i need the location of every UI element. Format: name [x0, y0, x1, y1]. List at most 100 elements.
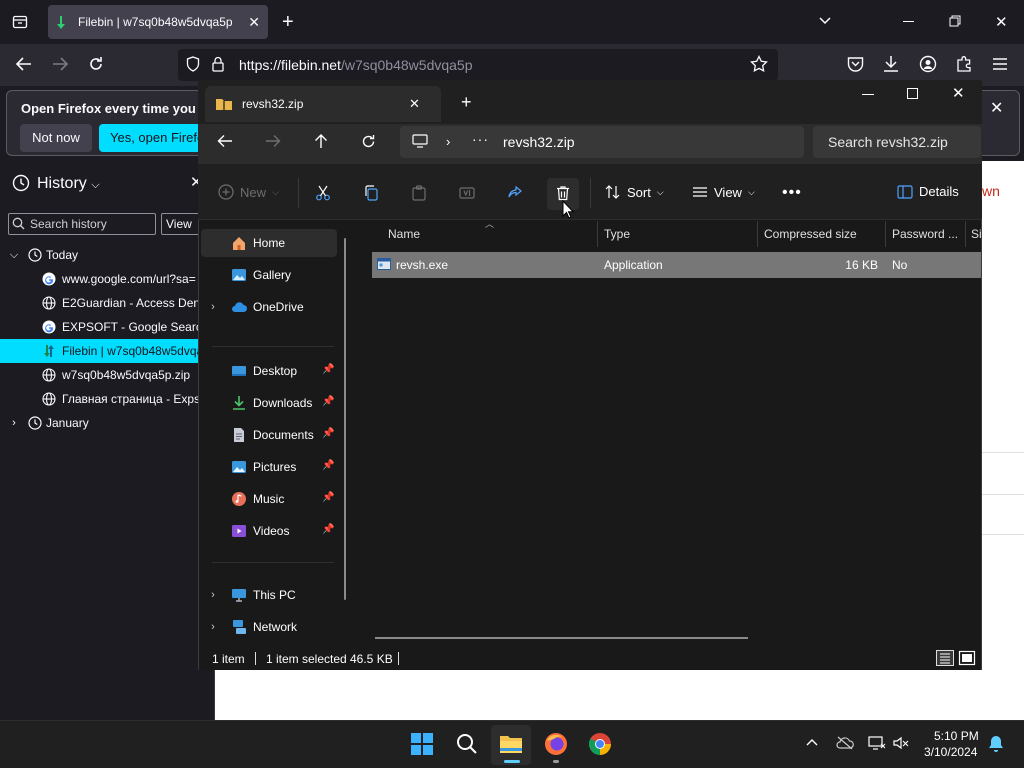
new-tab-button[interactable]: + [282, 11, 294, 34]
pin-icon[interactable]: 📌 [322, 524, 334, 535]
chevron-right-icon[interactable]: › [201, 301, 225, 313]
history-item-selected[interactable]: Filebin | w7sq0b48w5dvqa5p [0, 339, 199, 363]
chevron-right-icon[interactable]: › [201, 589, 225, 601]
nav-item-this-pc[interactable]: › This PC [201, 581, 337, 609]
column-header-name[interactable]: Name [388, 227, 420, 241]
nav-item-music[interactable]: Music [201, 485, 337, 513]
close-browser-icon[interactable]: ✕ [995, 13, 1008, 31]
details-view-icon[interactable] [936, 650, 954, 666]
share-icon[interactable] [507, 185, 523, 201]
history-item[interactable]: EXPSOFT - Google Search [0, 315, 200, 339]
page-link-fragment[interactable]: wn [982, 183, 1000, 199]
details-pane-button[interactable]: Details [897, 184, 959, 199]
column-separator[interactable] [885, 221, 886, 247]
not-now-button[interactable]: Not now [20, 124, 92, 152]
reload-icon[interactable] [88, 56, 104, 72]
view-button[interactable]: View ⌵ [692, 184, 755, 200]
tab-list-icon[interactable] [12, 14, 28, 30]
file-name[interactable]: revsh.exe [396, 258, 448, 272]
horizontal-scrollbar[interactable] [375, 637, 748, 639]
large-icons-view-icon[interactable] [958, 650, 976, 666]
extensions-icon[interactable] [955, 55, 973, 73]
minimize-window-icon[interactable] [862, 94, 874, 95]
yes-open-firefox-button[interactable]: Yes, open Firefox [99, 124, 209, 152]
close-notification-icon[interactable]: ✕ [990, 98, 1003, 118]
taskbar-clock-time[interactable]: 5:10 PM [934, 729, 979, 743]
show-hidden-icons-chevron-icon[interactable] [806, 738, 818, 746]
network-status-icon[interactable] [868, 735, 886, 751]
column-header-size[interactable]: Si [971, 227, 981, 241]
minimize-browser-icon[interactable] [903, 21, 914, 22]
more-options-icon[interactable]: ••• [782, 184, 802, 202]
tracking-shield-icon[interactable] [186, 56, 200, 72]
rename-icon[interactable] [459, 185, 475, 201]
pin-icon[interactable]: 📌 [322, 428, 334, 439]
column-header-password[interactable]: Password ... [892, 227, 958, 241]
chrome-taskbar-icon[interactable] [588, 732, 612, 756]
back-icon[interactable] [15, 56, 33, 72]
close-tab-icon[interactable]: ✕ [248, 14, 260, 31]
bookmark-star-icon[interactable] [750, 55, 768, 73]
nav-item-documents[interactable]: Documents [201, 421, 337, 449]
firefox-taskbar-icon[interactable] [544, 732, 568, 756]
restore-browser-icon[interactable] [949, 15, 961, 27]
nav-item-desktop[interactable]: Desktop [201, 357, 337, 385]
sort-button[interactable]: Sort ⌵ [605, 184, 664, 200]
refresh-icon[interactable] [361, 134, 376, 149]
pin-icon[interactable]: 📌 [322, 364, 334, 375]
nav-item-network[interactable]: › Network [201, 613, 337, 641]
browser-tab-filebin[interactable]: Filebin | w7sq0b48w5dvqa5p ✕ [48, 5, 268, 39]
pin-icon[interactable]: 📌 [322, 492, 334, 503]
delete-icon[interactable] [555, 185, 571, 201]
cut-icon[interactable] [315, 185, 331, 201]
list-all-tabs-icon[interactable] [818, 14, 832, 28]
paste-icon[interactable] [411, 185, 427, 201]
start-icon[interactable] [411, 733, 433, 755]
back-arrow-icon[interactable] [217, 134, 233, 148]
nav-pane-scrollbar[interactable] [344, 238, 346, 600]
copy-icon[interactable] [363, 185, 379, 201]
breadcrumb-current[interactable]: revsh32.zip [503, 134, 575, 150]
forward-arrow-icon[interactable] [265, 134, 281, 148]
file-explorer-taskbar-icon[interactable] [499, 733, 523, 755]
history-sidebar-title[interactable]: History ⌵ [37, 175, 100, 193]
column-separator[interactable] [757, 221, 758, 247]
taskbar-clock-date[interactable]: 3/10/2024 [924, 745, 977, 759]
volume-muted-icon[interactable] [893, 736, 909, 750]
onedrive-offline-icon[interactable] [836, 736, 854, 750]
column-header-type[interactable]: Type [604, 227, 630, 241]
nav-item-onedrive[interactable]: › OneDrive [201, 293, 337, 321]
breadcrumb-chevron-icon[interactable]: › [446, 134, 450, 149]
history-group-january[interactable]: › January [0, 411, 200, 435]
notification-bell-icon[interactable] [988, 735, 1004, 753]
explorer-tab[interactable]: revsh32.zip ✕ [205, 86, 441, 122]
history-item[interactable]: w7sq0b48w5dvqa5p.zip [0, 363, 200, 387]
nav-item-downloads[interactable]: Downloads [201, 389, 337, 417]
maximize-window-icon[interactable] [907, 88, 918, 99]
nav-item-pictures[interactable]: Pictures [201, 453, 337, 481]
history-group-today[interactable]: ⌵ Today [0, 243, 200, 267]
nav-item-gallery[interactable]: Gallery [201, 261, 337, 289]
lock-icon[interactable] [212, 56, 224, 72]
close-window-icon[interactable]: ✕ [952, 84, 965, 102]
downloads-toolbar-icon[interactable] [883, 55, 899, 73]
pin-icon[interactable]: 📌 [322, 460, 334, 471]
pin-icon[interactable]: 📌 [322, 396, 334, 407]
new-button[interactable]: New ⌵ [218, 184, 279, 200]
history-item[interactable]: www.google.com/url?sa= [0, 267, 200, 291]
file-row-selected[interactable] [372, 252, 981, 278]
column-separator[interactable] [965, 221, 966, 247]
chevron-right-icon[interactable]: › [201, 621, 225, 633]
column-separator[interactable] [597, 221, 598, 247]
new-explorer-tab-button[interactable]: + [461, 92, 472, 113]
nav-item-videos[interactable]: Videos [201, 517, 337, 545]
taskbar-search-icon[interactable] [456, 733, 478, 755]
nav-item-home[interactable]: Home [201, 229, 337, 257]
breadcrumb-overflow-icon[interactable]: ··· [472, 131, 489, 147]
close-tab-icon[interactable]: ✕ [409, 96, 441, 112]
forward-icon[interactable] [51, 56, 69, 72]
menu-icon[interactable] [992, 57, 1008, 71]
pocket-icon[interactable] [847, 56, 864, 72]
history-item[interactable]: E2Guardian - Access Denie [0, 291, 200, 315]
address-bar[interactable] [400, 126, 804, 158]
